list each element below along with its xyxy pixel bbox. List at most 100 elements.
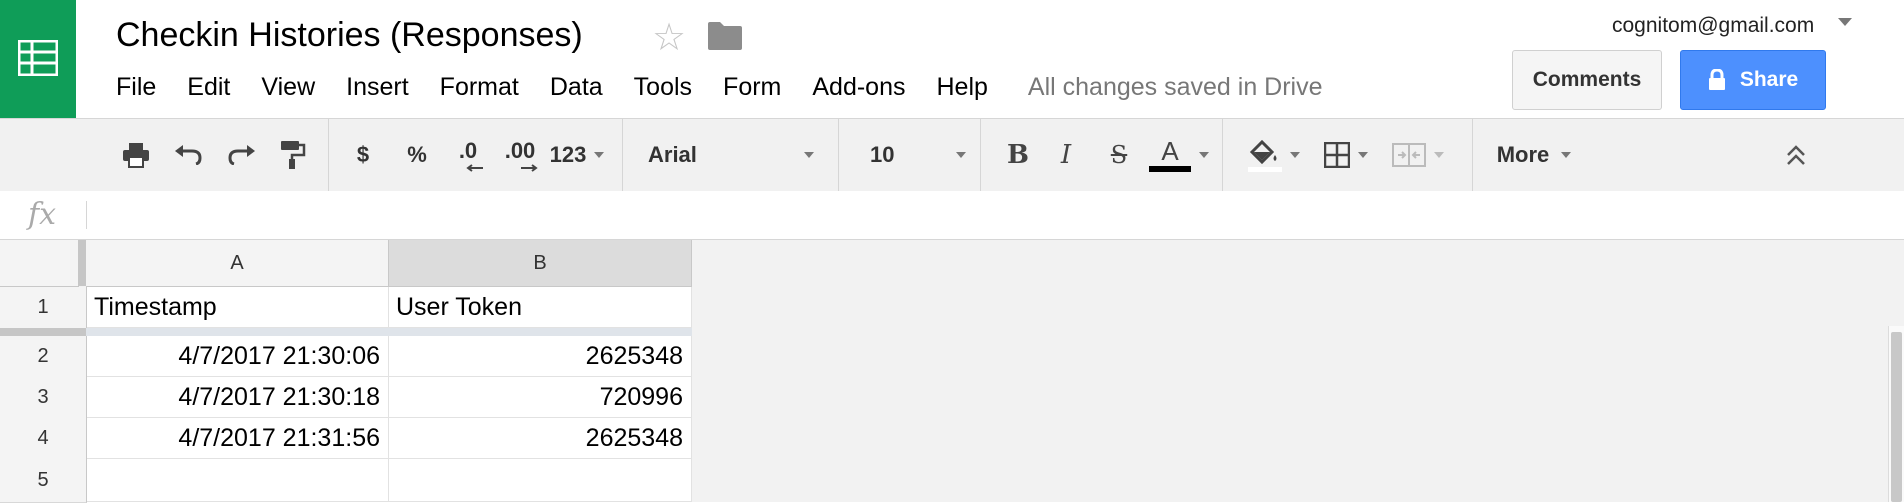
save-status[interactable]: All changes saved in Drive bbox=[1028, 73, 1323, 102]
menu-help[interactable]: Help bbox=[937, 73, 988, 102]
formula-input[interactable] bbox=[96, 191, 1896, 239]
number-format-label: 123 bbox=[549, 142, 587, 167]
text-color-swatch bbox=[1149, 166, 1191, 172]
borders-icon bbox=[1324, 142, 1350, 168]
merge-cells-button[interactable] bbox=[1388, 119, 1448, 191]
menu-format[interactable]: Format bbox=[440, 73, 519, 102]
chevron-down-icon bbox=[1290, 152, 1300, 158]
share-button-label: Share bbox=[1739, 68, 1799, 91]
more-menu-button[interactable]: More bbox=[1492, 119, 1576, 191]
chevron-down-icon bbox=[804, 152, 814, 158]
cell-a5[interactable] bbox=[87, 459, 389, 502]
number-format-dropdown[interactable]: 123 bbox=[548, 119, 606, 191]
chevron-down-icon bbox=[956, 152, 966, 158]
cell-a2[interactable]: 4/7/2017 21:30:06 bbox=[87, 336, 389, 377]
bold-button[interactable]: B bbox=[1004, 119, 1032, 191]
fx-icon: fx bbox=[28, 197, 57, 232]
cell-a4[interactable]: 4/7/2017 21:31:56 bbox=[87, 418, 389, 459]
share-button[interactable]: Share bbox=[1680, 50, 1826, 110]
menu-tools[interactable]: Tools bbox=[634, 73, 692, 102]
toolbar-divider bbox=[622, 119, 623, 191]
comments-button-label: Comments bbox=[1532, 68, 1642, 91]
lock-icon bbox=[1708, 69, 1725, 90]
cell-a3[interactable]: 4/7/2017 21:30:18 bbox=[87, 377, 389, 418]
arrow-right-icon bbox=[521, 164, 538, 172]
more-label: More bbox=[1496, 142, 1550, 167]
account-email[interactable]: cognitom@gmail.com bbox=[1612, 14, 1814, 38]
strikethrough-button[interactable]: S bbox=[1104, 119, 1134, 191]
cell-b4[interactable]: 2625348 bbox=[389, 418, 692, 459]
fill-color-button[interactable] bbox=[1244, 119, 1304, 191]
menu-data[interactable]: Data bbox=[550, 73, 603, 102]
menu-insert[interactable]: Insert bbox=[346, 73, 409, 102]
chevron-down-icon[interactable] bbox=[1838, 18, 1852, 26]
cell-b2[interactable]: 2625348 bbox=[389, 336, 692, 377]
menu-file[interactable]: File bbox=[116, 73, 156, 102]
document-title[interactable]: Checkin Histories (Responses) bbox=[116, 16, 583, 55]
paint-bucket-icon bbox=[1248, 139, 1282, 172]
arrow-left-icon bbox=[466, 164, 483, 172]
menu-form[interactable]: Form bbox=[723, 73, 781, 102]
app-header: Checkin Histories (Responses) ☆ File Edi… bbox=[0, 0, 1904, 118]
toolbar-divider bbox=[980, 119, 981, 191]
formula-divider bbox=[86, 201, 87, 229]
sheets-logo[interactable] bbox=[0, 0, 76, 118]
font-family-value: Arial bbox=[648, 142, 697, 167]
menu-view[interactable]: View bbox=[261, 73, 315, 102]
print-icon[interactable] bbox=[118, 119, 154, 191]
percent-format-button[interactable]: % bbox=[402, 119, 432, 191]
cell-a1[interactable]: Timestamp bbox=[87, 287, 389, 328]
undo-icon[interactable] bbox=[170, 119, 206, 191]
toolbar: $ % .0 .00 123 Arial 10 B I S A More bbox=[0, 118, 1904, 192]
redo-icon[interactable] bbox=[224, 119, 260, 191]
row-header-2[interactable]: 2 bbox=[0, 336, 87, 378]
menu-bar: File Edit View Insert Format Data Tools … bbox=[116, 70, 1323, 104]
freeze-column-handle[interactable] bbox=[78, 240, 86, 286]
font-family-select[interactable]: Arial bbox=[648, 119, 814, 191]
text-color-button[interactable]: A bbox=[1148, 119, 1210, 191]
decrease-decimal-label: .0 bbox=[458, 138, 478, 163]
menu-add-ons[interactable]: Add-ons bbox=[812, 73, 905, 102]
freeze-row-bar[interactable] bbox=[0, 328, 692, 336]
column-header-a[interactable]: A bbox=[86, 240, 389, 287]
decrease-decimal-button[interactable]: .0 bbox=[448, 119, 488, 191]
star-outline-icon[interactable]: ☆ bbox=[652, 18, 686, 58]
column-header-b[interactable]: B bbox=[389, 240, 692, 287]
menu-edit[interactable]: Edit bbox=[187, 73, 230, 102]
cell-b5[interactable] bbox=[389, 459, 692, 502]
currency-format-button[interactable]: $ bbox=[350, 119, 376, 191]
spreadsheet-grid: A B 1 Timestamp User Token 2 4/7/2017 21… bbox=[0, 240, 1904, 503]
increase-decimal-button[interactable]: .00 bbox=[498, 119, 542, 191]
toolbar-divider bbox=[1222, 119, 1223, 191]
freeze-row-handle[interactable] bbox=[0, 328, 86, 336]
chevron-down-icon bbox=[1358, 152, 1368, 158]
chevron-down-icon bbox=[1199, 152, 1209, 158]
paint-format-icon[interactable] bbox=[276, 119, 310, 191]
text-color-glyph: A bbox=[1161, 136, 1179, 166]
row-header-3[interactable]: 3 bbox=[0, 377, 87, 419]
toolbar-divider bbox=[328, 119, 329, 191]
row-header-1[interactable]: 1 bbox=[0, 287, 87, 329]
toolbar-divider bbox=[838, 119, 839, 191]
italic-button[interactable]: I bbox=[1052, 119, 1080, 191]
formula-bar: fx bbox=[0, 191, 1904, 240]
borders-button[interactable] bbox=[1318, 119, 1374, 191]
cell-b1[interactable]: User Token bbox=[389, 287, 692, 328]
merge-cells-icon bbox=[1392, 143, 1426, 167]
chevron-down-icon bbox=[594, 152, 605, 158]
row-header-4[interactable]: 4 bbox=[0, 418, 87, 460]
collapse-toolbar-icon[interactable] bbox=[1782, 119, 1810, 191]
sheets-grid-icon bbox=[18, 40, 58, 76]
cell-b3[interactable]: 720996 bbox=[389, 377, 692, 418]
toolbar-divider bbox=[1472, 119, 1473, 191]
select-all-corner[interactable] bbox=[0, 240, 79, 287]
font-size-value: 10 bbox=[870, 142, 895, 167]
increase-decimal-label: .00 bbox=[504, 138, 536, 163]
font-size-select[interactable]: 10 bbox=[870, 119, 966, 191]
scrollbar-thumb[interactable] bbox=[1891, 332, 1902, 502]
chevron-down-icon bbox=[1434, 152, 1444, 158]
row-header-5[interactable]: 5 bbox=[0, 459, 87, 503]
chevron-down-icon bbox=[1561, 152, 1572, 158]
comments-button[interactable]: Comments bbox=[1512, 50, 1662, 110]
folder-icon[interactable] bbox=[708, 22, 742, 55]
